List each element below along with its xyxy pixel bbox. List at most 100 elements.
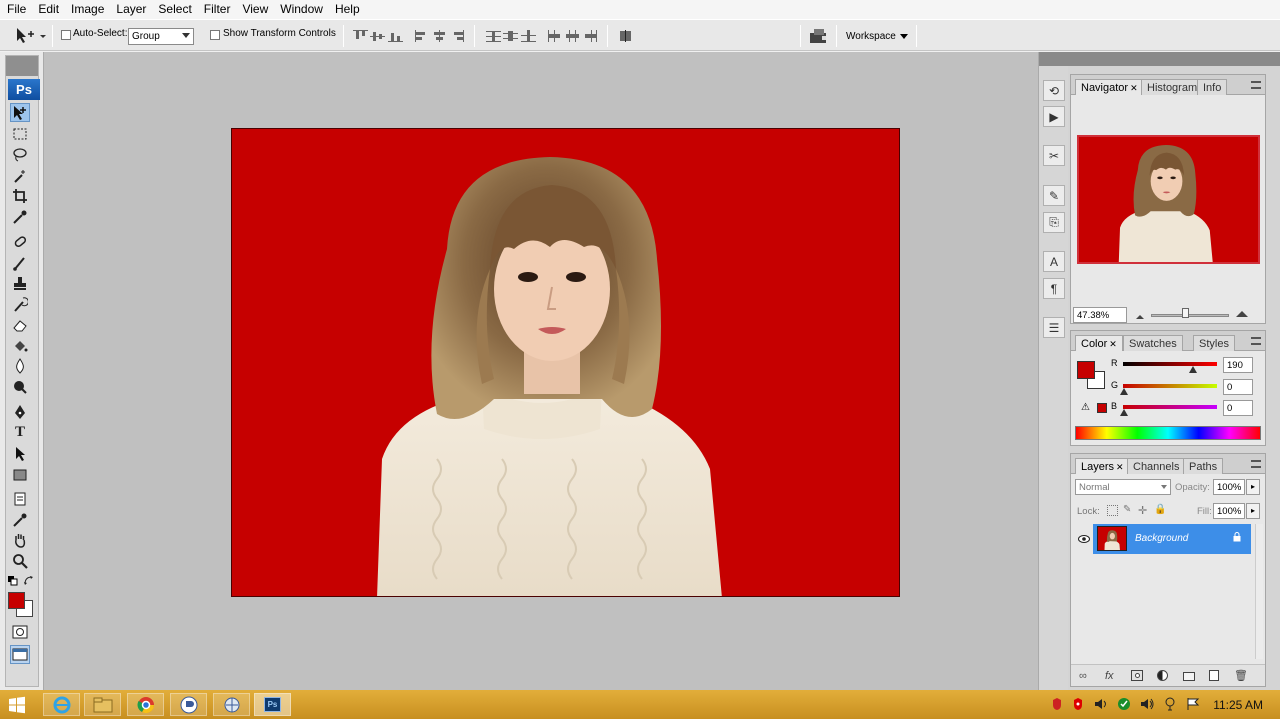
g-slider-thumb[interactable] — [1120, 388, 1128, 395]
panel-fg-color-swatch[interactable] — [1077, 361, 1095, 379]
start-button[interactable] — [8, 696, 26, 714]
zoom-tool[interactable] — [10, 551, 30, 570]
tab-styles[interactable]: Styles — [1193, 335, 1235, 351]
swap-colors-icon[interactable] — [24, 576, 34, 586]
fill-arrow-icon[interactable]: ▸ — [1246, 503, 1260, 519]
r-slider[interactable] — [1123, 362, 1217, 366]
menu-select[interactable]: Select — [152, 0, 197, 19]
menu-file[interactable]: File — [0, 0, 32, 19]
layers-scrollbar[interactable] — [1255, 524, 1263, 659]
layer-comps-icon[interactable]: ☰ — [1043, 317, 1065, 338]
align-left-icon[interactable] — [414, 30, 429, 42]
paint-bucket-tool[interactable] — [10, 336, 30, 355]
move-tool-preset-icon[interactable] — [14, 26, 46, 46]
r-value-field[interactable]: 190 — [1223, 357, 1253, 373]
menu-image[interactable]: Image — [65, 0, 110, 19]
brushes-icon[interactable]: ✎ — [1043, 185, 1065, 206]
lasso-tool[interactable] — [10, 145, 30, 164]
crop-tool[interactable] — [10, 186, 30, 205]
b-value-field[interactable]: 0 — [1223, 400, 1253, 416]
gamut-color-swatch[interactable] — [1097, 403, 1107, 413]
blur-tool[interactable] — [10, 356, 30, 375]
eraser-tool[interactable] — [10, 315, 30, 334]
layer-row[interactable]: Background — [1093, 524, 1251, 554]
default-colors-icon[interactable] — [8, 576, 18, 586]
g-value-field[interactable]: 0 — [1223, 379, 1253, 395]
zoom-slider[interactable] — [1151, 314, 1229, 317]
distribute-hcenter-icon[interactable] — [565, 30, 580, 42]
menu-window[interactable]: Window — [274, 0, 329, 19]
close-icon[interactable]: ✕ — [1130, 83, 1138, 93]
magic-wand-tool[interactable] — [10, 166, 30, 185]
clone-source-icon[interactable]: ⎘ — [1043, 212, 1065, 233]
history-brush-tool[interactable] — [10, 295, 30, 314]
path-selection-tool[interactable] — [10, 444, 30, 463]
panel-column-grip[interactable] — [1068, 52, 1280, 66]
lock-position-icon[interactable]: ✛ — [1138, 504, 1147, 517]
r-slider-thumb[interactable] — [1189, 366, 1197, 373]
dodge-tool[interactable] — [10, 377, 30, 396]
tray-language-icon[interactable] — [1163, 697, 1177, 714]
layer-style-icon[interactable]: fx — [1105, 670, 1114, 682]
auto-select-checkbox[interactable] — [61, 30, 71, 40]
paragraph-icon[interactable]: ¶ — [1043, 278, 1065, 299]
link-layers-icon[interactable]: ∞ — [1079, 670, 1087, 682]
new-group-icon[interactable] — [1183, 672, 1195, 681]
auto-align-layers-icon[interactable] — [618, 30, 633, 42]
tab-histogram[interactable]: Histogram — [1141, 79, 1204, 95]
distribute-top-icon[interactable] — [486, 30, 501, 42]
tool-presets-icon[interactable]: ✂ — [1043, 145, 1065, 166]
tray-antivirus-icon[interactable] — [1052, 697, 1062, 714]
distribute-left-icon[interactable] — [547, 30, 562, 42]
align-bottom-icon[interactable] — [388, 30, 403, 42]
history-icon[interactable]: ⟲ — [1043, 80, 1065, 101]
notes-tool[interactable] — [10, 489, 30, 508]
tab-layers[interactable]: Layers ✕ — [1075, 458, 1130, 474]
hand-tool[interactable] — [10, 530, 30, 549]
pen-tool[interactable] — [10, 402, 30, 421]
zoom-out-icon[interactable] — [1135, 311, 1145, 319]
move-tool[interactable] — [10, 103, 30, 122]
distribute-bottom-icon[interactable] — [521, 30, 536, 42]
align-hcenter-icon[interactable] — [432, 30, 447, 42]
menu-help[interactable]: Help — [329, 0, 366, 19]
out-of-gamut-warning-icon[interactable]: ⚠ — [1081, 402, 1090, 413]
tab-swatches[interactable]: Swatches — [1123, 335, 1183, 351]
taskbar-explorer-icon[interactable] — [84, 693, 121, 716]
type-tool[interactable]: T — [10, 423, 30, 442]
menu-view[interactable]: View — [236, 0, 274, 19]
tray-volume-icon[interactable] — [1094, 697, 1108, 714]
taskbar-photoshop-icon[interactable]: Ps — [254, 693, 291, 716]
healing-brush-tool[interactable] — [10, 232, 30, 251]
lock-image-icon[interactable]: ✎ — [1123, 504, 1131, 515]
distribute-vcenter-icon[interactable] — [503, 30, 518, 42]
marquee-tool[interactable] — [10, 124, 30, 143]
fill-field[interactable]: 100% — [1213, 503, 1245, 519]
actions-icon[interactable]: ▶ — [1043, 106, 1065, 127]
workspace-bridge-icon[interactable] — [808, 27, 830, 45]
eyedropper-tool[interactable] — [10, 207, 30, 226]
panel-menu-icon[interactable] — [1251, 460, 1261, 468]
opacity-arrow-icon[interactable]: ▸ — [1246, 479, 1260, 495]
dock-grip[interactable] — [1039, 52, 1068, 66]
panel-menu-icon[interactable] — [1251, 337, 1261, 345]
taskbar-chrome-icon[interactable] — [127, 693, 164, 716]
opacity-field[interactable]: 100% — [1213, 479, 1245, 495]
taskbar-app-icon[interactable] — [170, 693, 207, 716]
clone-stamp-tool[interactable] — [10, 274, 30, 293]
tray-speaker-icon[interactable] — [1140, 697, 1154, 714]
tab-color[interactable]: Color ✕ — [1075, 335, 1123, 351]
menu-edit[interactable]: Edit — [32, 0, 65, 19]
taskbar-clock[interactable]: 11:25 AM — [1213, 698, 1263, 712]
align-vcenter-icon[interactable] — [370, 30, 385, 42]
show-transform-checkbox[interactable] — [210, 30, 220, 40]
menu-filter[interactable]: Filter — [198, 0, 237, 19]
delete-layer-icon[interactable]: 🗑 — [1234, 669, 1248, 682]
menu-layer[interactable]: Layer — [110, 0, 152, 19]
close-icon[interactable]: ✕ — [1116, 462, 1124, 472]
document-canvas[interactable] — [231, 128, 900, 597]
zoom-field[interactable]: 47.38% — [1073, 307, 1127, 323]
close-icon[interactable]: ✕ — [1109, 339, 1117, 349]
color-spectrum-bar[interactable] — [1075, 426, 1261, 440]
align-right-icon[interactable] — [450, 30, 465, 42]
